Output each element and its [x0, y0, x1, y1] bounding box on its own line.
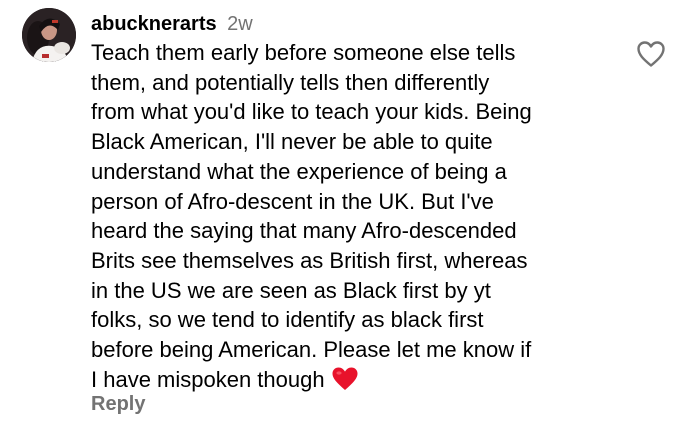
heart-outline-icon[interactable] — [636, 40, 666, 68]
reply-button[interactable]: Reply — [91, 393, 145, 416]
red-heart-emoji-icon — [331, 366, 359, 392]
timestamp[interactable]: 2w — [227, 13, 253, 35]
avatar[interactable] — [22, 8, 76, 62]
comment-text: Teach them early before someone else tel… — [91, 40, 532, 392]
username[interactable]: abucknerarts — [91, 13, 217, 35]
comment-body: Teach them early before someone else tel… — [91, 38, 611, 394]
comment-item: abucknerarts 2w Teach them early before … — [0, 0, 700, 427]
comment-header: abucknerarts 2w — [91, 10, 253, 38]
